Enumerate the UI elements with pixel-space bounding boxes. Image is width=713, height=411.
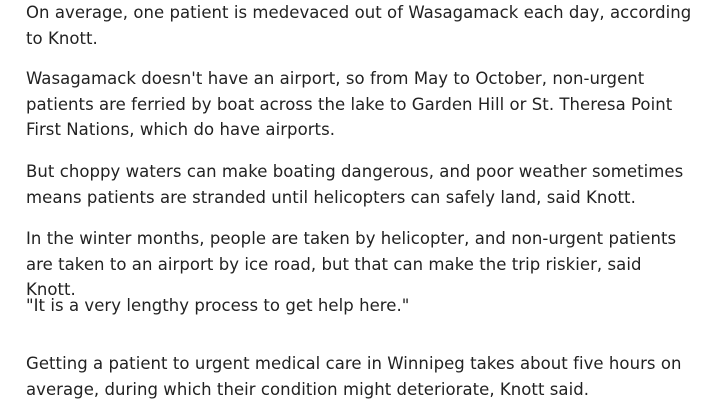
paragraph-no-airport: Wasagamack doesn't have an airport, so f… — [26, 69, 673, 139]
article-body: On average, one patient is medevaced out… — [0, 0, 713, 411]
paragraph-choppy-waters: But choppy waters can make boating dange… — [26, 162, 684, 207]
paragraph-travel-time: Getting a patient to urgent medical care… — [26, 354, 682, 399]
paragraph-quote: "It is a very lengthy process to get hel… — [26, 296, 410, 315]
paragraph-medevac-frequency: On average, one patient is medevaced out… — [26, 3, 692, 48]
paragraph-winter-months: In the winter months, people are taken b… — [26, 229, 677, 299]
